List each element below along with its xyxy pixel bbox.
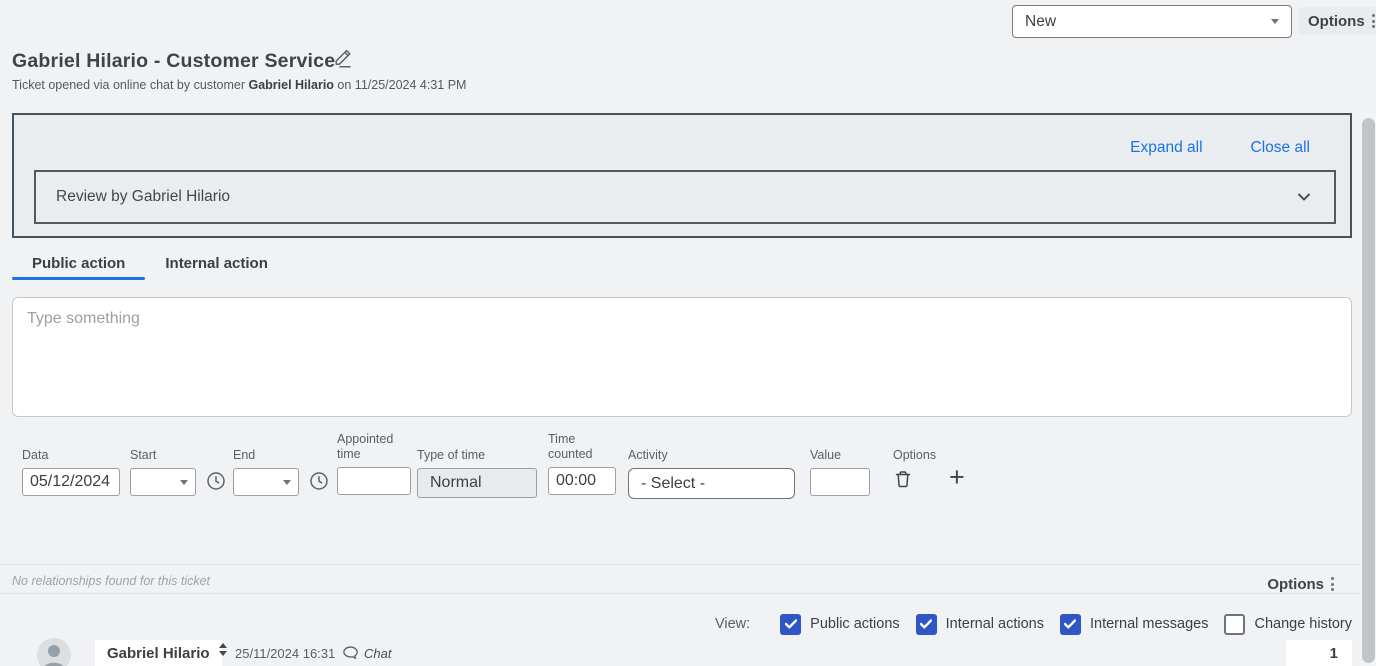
chevron-down-icon (283, 479, 291, 485)
checkbox-checked-icon (1059, 613, 1081, 635)
checkbox-unchecked-icon (1224, 613, 1246, 635)
action-tabs: Public action Internal action (12, 248, 288, 280)
ticket-subtitle: Ticket opened via online chat by custome… (12, 78, 466, 92)
activity-select[interactable]: - Select - (628, 468, 795, 499)
data-field-input[interactable] (22, 468, 120, 496)
options-label: Options (1267, 575, 1324, 593)
close-all-link[interactable]: Close all (1251, 139, 1310, 157)
chevron-down-icon (1294, 187, 1314, 207)
timeline-count-badge: 1 (1286, 640, 1352, 666)
tab-public-action[interactable]: Public action (12, 248, 146, 280)
value-field-label: Value (810, 448, 842, 462)
divider (0, 593, 1360, 594)
time-counted-label: Time counted (548, 432, 593, 461)
workflow-panel: Expand all Close all Review by Gabriel H… (12, 113, 1352, 238)
filter-label: Internal messages (1089, 616, 1209, 632)
timeline-timestamp: 25/11/2024 16:31 (235, 646, 336, 661)
vertical-scrollbar-thumb[interactable] (1361, 118, 1375, 663)
end-field-label: End (233, 448, 256, 462)
type-of-time-field: Normal (417, 468, 537, 498)
type-of-time-value: Normal (430, 474, 482, 491)
filter-label: Public actions (810, 616, 900, 632)
end-time-select[interactable] (233, 468, 299, 496)
action-text-input[interactable] (12, 297, 1352, 417)
time-counted-input[interactable] (548, 467, 616, 495)
sort-toggle-icon[interactable] (219, 643, 227, 656)
filter-change-history[interactable]: Change history (1224, 613, 1352, 635)
expand-all-link[interactable]: Expand all (1130, 139, 1202, 157)
value-field-input[interactable] (810, 468, 870, 496)
review-section-header[interactable]: Review by Gabriel Hilario (34, 170, 1336, 224)
activity-select-value: - Select - (641, 474, 706, 492)
row-options-label: Options (893, 448, 937, 462)
subtitle-prefix: Ticket opened via online chat by custome… (12, 78, 245, 92)
page-title: Gabriel Hilario - Customer Service (12, 50, 336, 72)
vertical-scrollbar-track[interactable] (1360, 113, 1376, 666)
divider (0, 564, 1360, 565)
time-accounting-form: Data Start End Appointed time Type of ti… (0, 432, 1376, 510)
filter-label: Change history (1254, 616, 1352, 632)
chevron-down-icon (1271, 19, 1279, 24)
kebab-menu-icon (1331, 577, 1334, 591)
appointed-time-input[interactable] (337, 467, 411, 495)
ticket-detail-page: New Options Gabriel Hilario - Customer S… (0, 0, 1376, 666)
relationships-empty-text: No relationships found for this ticket (12, 574, 211, 588)
options-label: Options (1308, 12, 1365, 30)
view-filter-row: View: Public actions Internal actions In… (715, 609, 1352, 639)
filter-public-actions[interactable]: Public actions (780, 613, 900, 635)
filter-internal-messages[interactable]: Internal messages (1059, 613, 1209, 635)
filter-label: Internal actions (945, 616, 1044, 632)
chat-channel-icon (341, 644, 360, 663)
start-time-select[interactable] (130, 468, 196, 496)
subtitle-customer-name: Gabriel Hilario (248, 78, 334, 92)
kebab-menu-icon (1371, 14, 1375, 28)
header-options-button[interactable]: Options (1298, 7, 1376, 35)
subtitle-suffix: on 11/25/2024 4:31 PM (337, 78, 467, 92)
timeline-channel-label: Chat (364, 646, 392, 661)
start-clock-icon[interactable] (205, 470, 227, 492)
tab-label: Internal action (165, 254, 268, 272)
delete-row-icon[interactable] (893, 469, 913, 489)
timeline-author[interactable]: Gabriel Hilario (95, 640, 222, 666)
start-field-label: Start (130, 448, 157, 462)
checkbox-checked-icon (915, 613, 937, 635)
chevron-down-icon (180, 479, 188, 485)
composer-toolbar: $ A Apply macro Keep current status ADD … (0, 512, 1376, 554)
view-label: View: (714, 616, 751, 632)
activity-label: Activity (628, 448, 668, 462)
tab-label: Public action (32, 254, 126, 272)
review-section-title: Review by Gabriel Hilario (56, 188, 231, 205)
type-of-time-label: Type of time (417, 448, 486, 462)
checkbox-checked-icon (780, 613, 802, 635)
data-field-label: Data (22, 448, 49, 462)
tab-internal-action[interactable]: Internal action (145, 248, 288, 278)
add-row-icon[interactable]: + (949, 464, 965, 491)
appointed-time-label: Appointed time (337, 432, 394, 461)
ticket-status-select[interactable]: New (1012, 5, 1292, 38)
edit-title-icon[interactable] (332, 46, 356, 70)
end-clock-icon[interactable] (308, 470, 330, 492)
filter-internal-actions[interactable]: Internal actions (915, 613, 1044, 635)
avatar (37, 638, 71, 666)
ticket-status-value: New (1025, 12, 1057, 30)
